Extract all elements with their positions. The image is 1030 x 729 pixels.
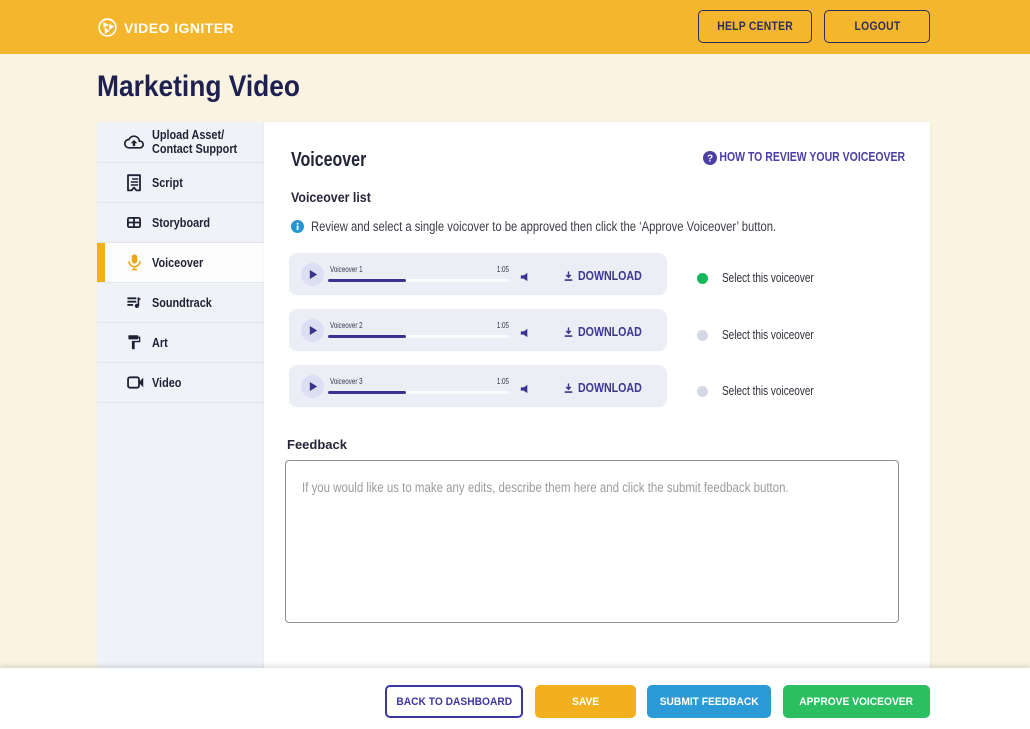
svg-text:?: ?	[707, 153, 713, 164]
